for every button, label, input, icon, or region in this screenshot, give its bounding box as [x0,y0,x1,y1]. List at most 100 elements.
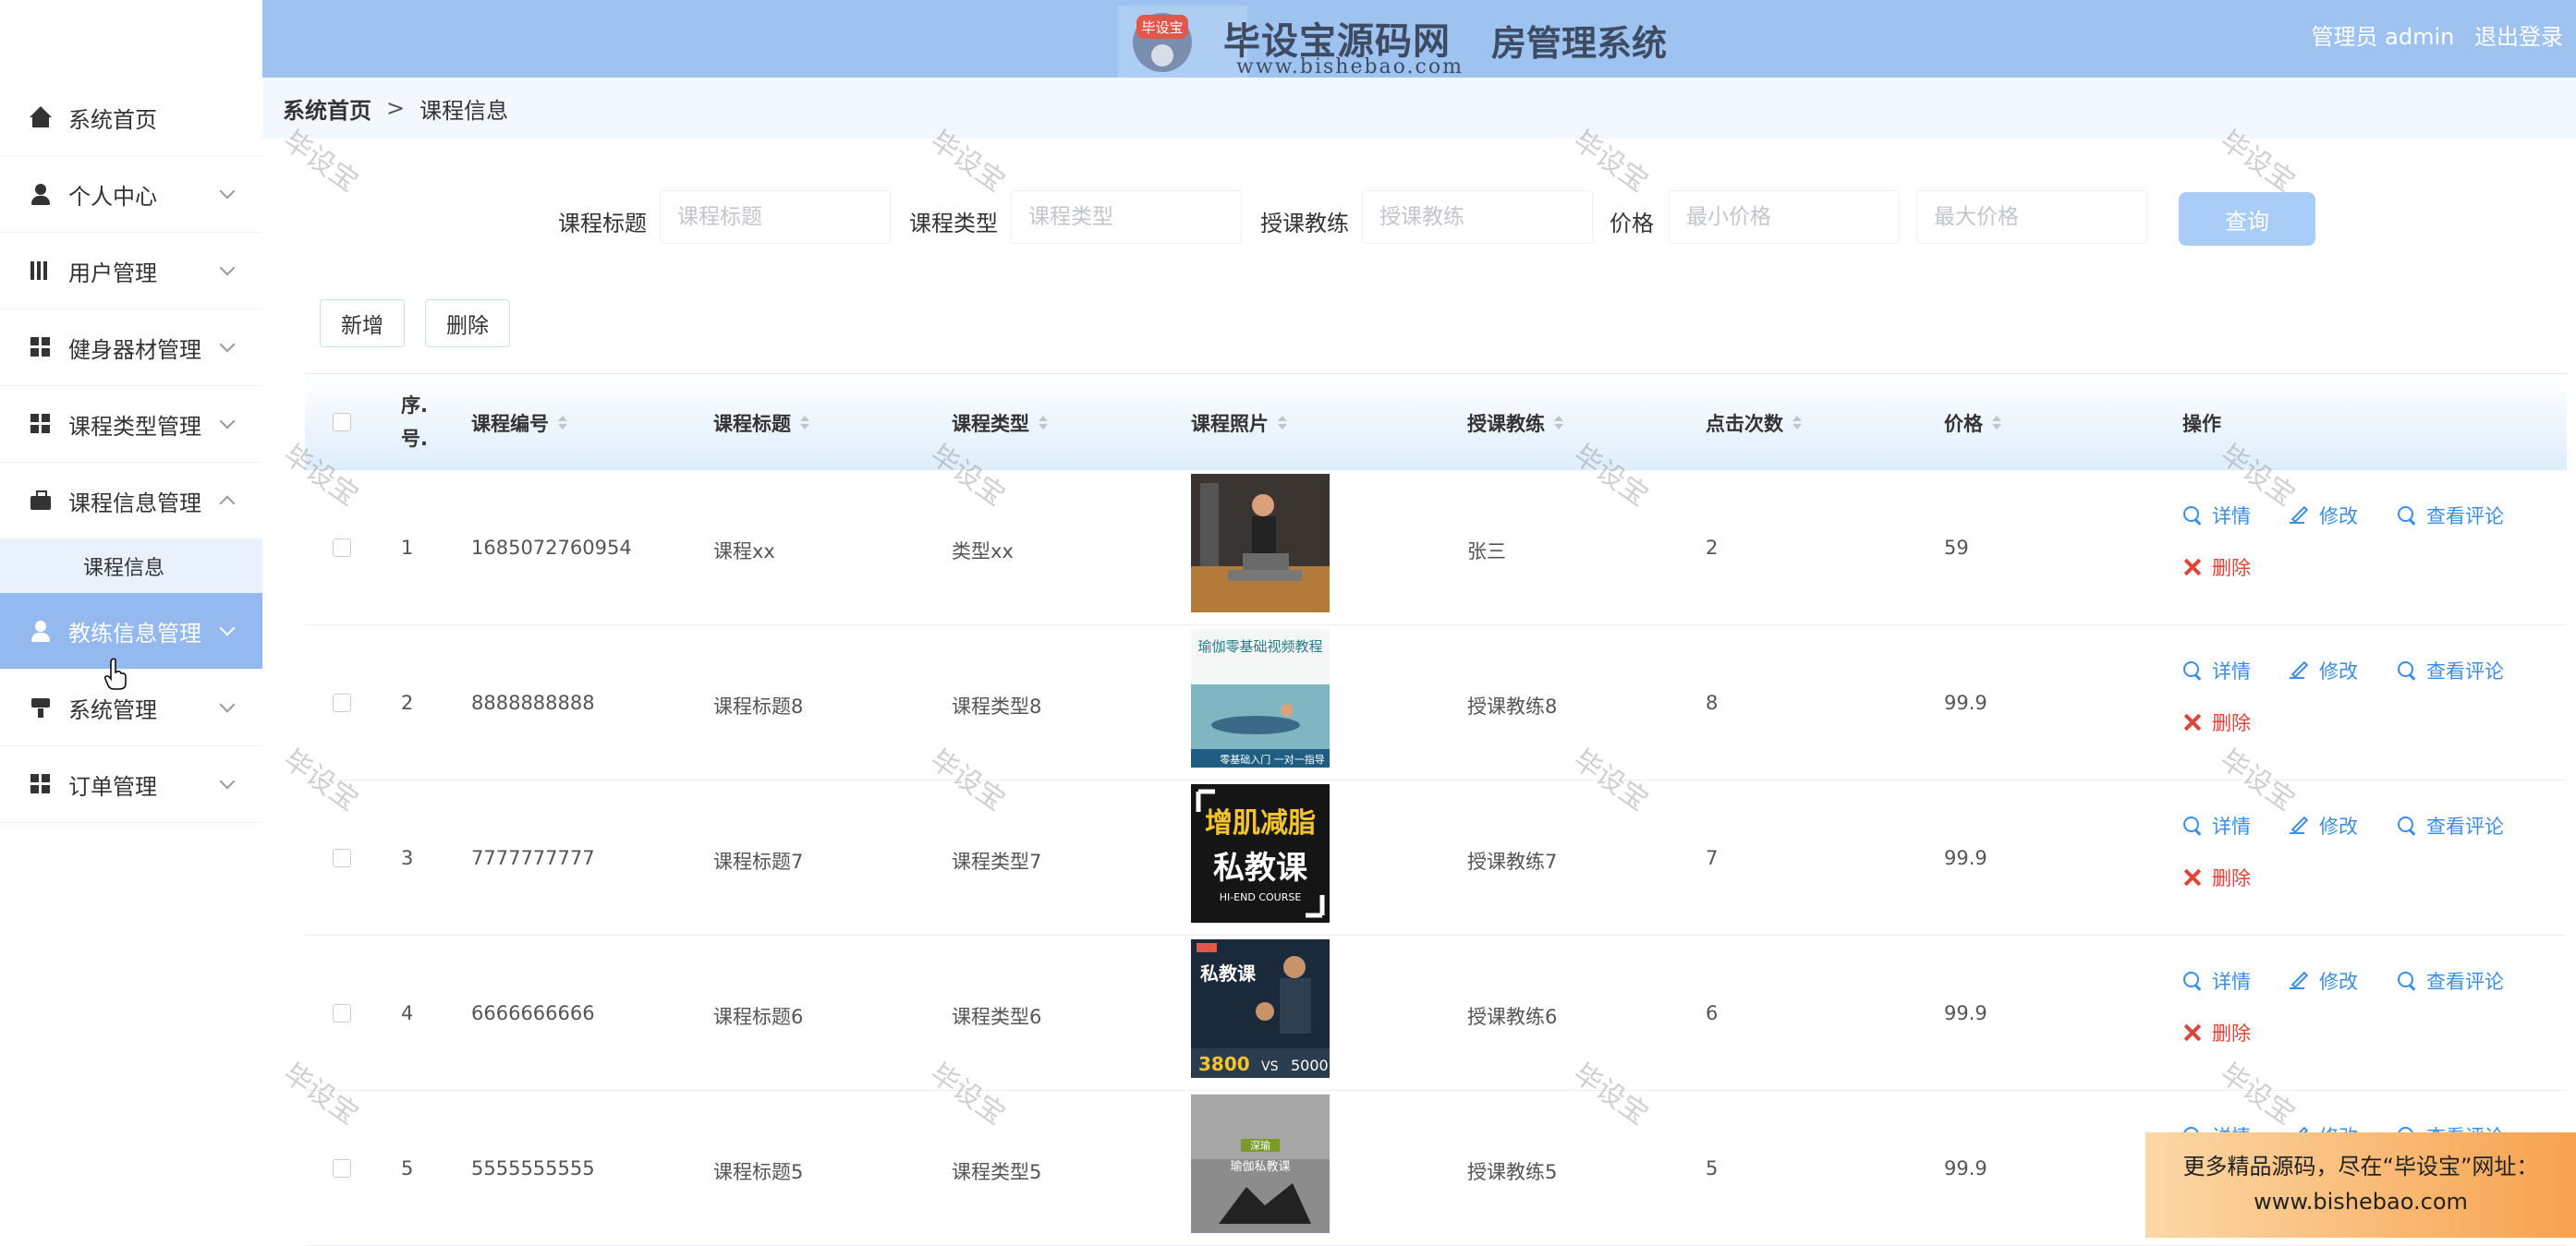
course-type-input[interactable] [1011,190,1242,244]
cell-type: 类型xx [952,540,1014,563]
thumb-title: 瑜伽零基础视频教程 [1197,638,1322,655]
detail-link[interactable]: 详情 [2182,812,2251,840]
header-index-line1: 序. [401,394,428,417]
cell-coach: 张三 [1467,540,1506,563]
header-course-title[interactable]: 课程标题 [713,409,809,437]
header-label: 价格 [1944,413,1983,435]
table-row: 2 8888888888 课程标题8 课程类型8 瑜伽零基础视频教程 零基础入门… [305,625,2567,780]
header-clicks[interactable]: 点击次数 [1706,409,1802,437]
op-label: 查看评论 [2426,660,2504,683]
header-course-photo[interactable]: 课程照片 [1191,409,1287,437]
row-delete-link[interactable]: 删除 [2182,864,2251,891]
sidebar-item-coach-info[interactable]: 教练信息管理 [0,593,262,670]
view-comments-link[interactable]: 查看评论 [2397,502,2504,529]
sidebar-item-course-type[interactable]: 课程类型管理 [0,386,262,463]
sort-icon[interactable] [1992,416,2001,430]
course-photo: 私教课 3800 VS 5000 [1191,939,1330,1078]
sort-icon[interactable] [1039,416,1048,430]
cell-code: 7777777777 [471,847,595,869]
row-checkbox[interactable] [333,849,351,867]
promo-banner[interactable]: 更多精品源码，尽在“毕设宝”网址： www.bishebao.com [2145,1132,2576,1238]
search-price-label: 价格 [1610,211,1654,236]
sidebar-item-user-management[interactable]: 用户管理 [0,233,262,309]
row-delete-link[interactable]: 删除 [2182,553,2251,581]
row-checkbox[interactable] [333,538,351,557]
table-row: 4 6666666666 课程标题6 课程类型6 私教课 3800 VS 500… [305,936,2567,1091]
view-comments-link[interactable]: 查看评论 [2397,812,2504,840]
row-checkbox[interactable] [333,1159,351,1178]
header-index: 序. 号. [401,389,428,455]
min-price-input[interactable] [1669,190,1900,244]
table-row: 1 1685072760954 课程xx 类型xx 张三 2 59 详情 修改 … [305,470,2567,625]
detail-link[interactable]: 详情 [2182,657,2251,684]
header-label: 课程编号 [471,413,549,435]
course-title-input[interactable] [660,190,891,244]
query-button[interactable]: 查询 [2179,192,2315,246]
grid-icon [30,413,52,435]
detail-link[interactable]: 详情 [2182,502,2251,529]
delete-button[interactable]: 删除 [425,299,510,347]
row-delete-link[interactable]: 删除 [2182,1019,2251,1046]
view-comments-link[interactable]: 查看评论 [2397,967,2504,995]
sort-icon[interactable] [800,416,809,430]
sidebar-item-equipment[interactable]: 健身器材管理 [0,309,262,386]
view-comments-link[interactable]: 查看评论 [2397,657,2504,684]
brush-icon [30,696,52,719]
search-icon [2182,971,2203,991]
sidebar-subitem-label: 课程信息 [83,557,165,580]
edit-icon [2290,971,2310,991]
course-table: 序. 号. 课程编号 课程标题 课程类型 课程照片 授课教练 点击次数 价格 操… [305,373,2567,1246]
sidebar-item-label: 个人中心 [68,183,157,210]
sort-icon[interactable] [1792,416,1802,430]
cell-price: 99.9 [1944,1002,1987,1024]
header-coach[interactable]: 授课教练 [1467,409,1563,437]
course-photo: 瑜伽零基础视频教程 零基础入门 一对一指导 [1191,629,1330,768]
sort-icon[interactable] [1554,416,1563,430]
header-course-type[interactable]: 课程类型 [952,409,1048,437]
sidebar-subitem-course-info[interactable]: 课程信息 [0,539,262,593]
sort-icon[interactable] [558,416,567,430]
edit-icon [2290,505,2310,526]
cell-clicks: 5 [1706,1157,1719,1179]
sort-icon[interactable] [1278,416,1287,430]
close-icon [2182,867,2203,888]
search-icon [2397,505,2417,526]
edit-link[interactable]: 修改 [2290,967,2358,995]
close-icon [2182,557,2203,577]
edit-link[interactable]: 修改 [2290,657,2358,684]
coach-input[interactable] [1362,190,1593,244]
chevron-down-icon [219,183,236,200]
logout-link[interactable]: 退出登录 [2474,24,2563,50]
user-icon [30,620,52,642]
header-course-code[interactable]: 课程编号 [471,409,567,437]
search-icon [2182,505,2203,526]
sidebar-item-course-info[interactable]: 课程信息管理 [0,463,262,539]
sidebar-item-personal-center[interactable]: 个人中心 [0,156,262,233]
sidebar-item-orders[interactable]: 订单管理 [0,746,262,823]
op-label: 删除 [2212,557,2251,579]
edit-link[interactable]: 修改 [2290,502,2358,529]
sidebar-item-home[interactable]: 系统首页 [0,79,262,156]
search-icon [2182,660,2203,681]
op-label: 详情 [2212,660,2251,683]
edit-link[interactable]: 修改 [2290,812,2358,840]
row-checkbox[interactable] [333,694,351,712]
row-checkbox[interactable] [333,1004,351,1022]
header-price[interactable]: 价格 [1944,409,2001,437]
detail-link[interactable]: 详情 [2182,967,2251,995]
header-operations: 操作 [2182,409,2221,437]
op-label: 修改 [2319,971,2358,993]
cell-index: 2 [401,692,414,714]
main-content: 系统首页 > 课程信息 课程标题 课程类型 授课教练 价格 查询 新增 删除 序… [262,78,2576,1246]
admin-label: 管理员 admin [2311,24,2455,50]
breadcrumb-current: 课程信息 [419,97,509,124]
cell-coach: 授课教练6 [1467,1006,1558,1028]
select-all-checkbox[interactable] [333,413,351,431]
max-price-input[interactable] [1916,190,2147,244]
header-label: 课程类型 [952,413,1029,435]
add-button[interactable]: 新增 [320,299,405,347]
sidebar-item-system[interactable]: 系统管理 [0,670,262,746]
grid-icon [30,336,52,358]
breadcrumb-home[interactable]: 系统首页 [283,92,371,125]
row-delete-link[interactable]: 删除 [2182,708,2251,736]
